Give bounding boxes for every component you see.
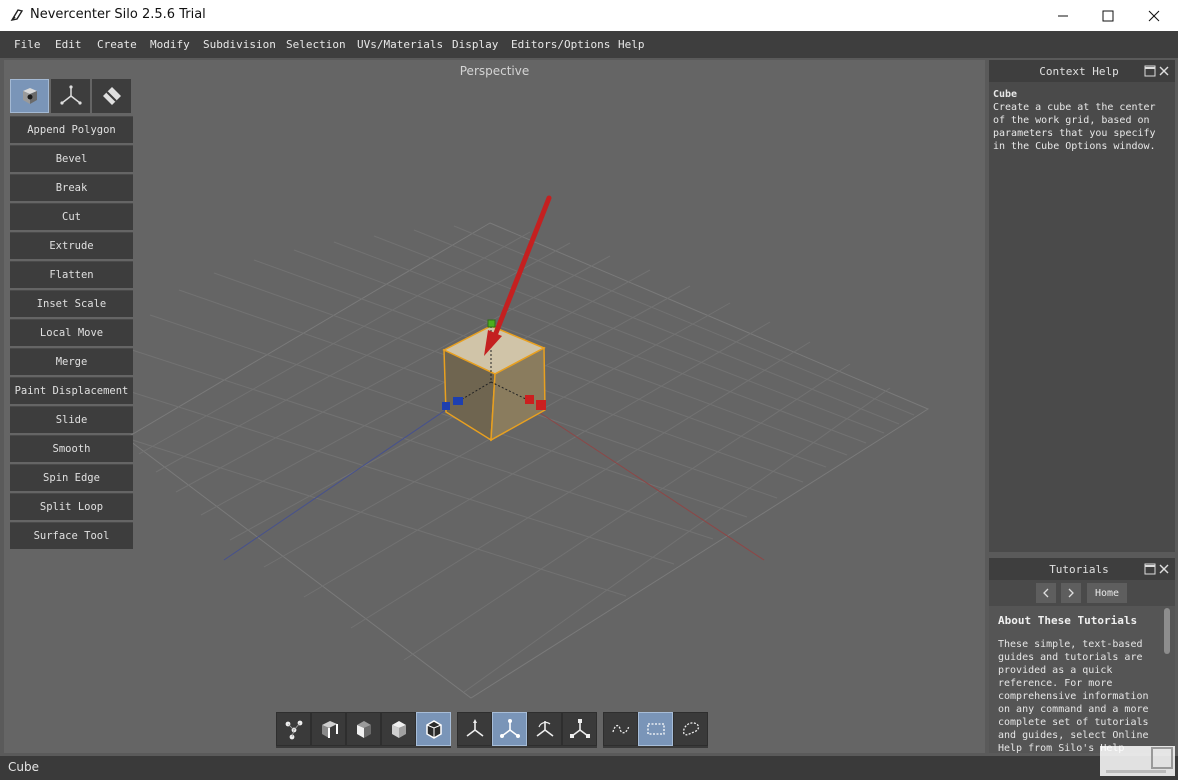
minimize-button[interactable] xyxy=(1040,0,1086,31)
universal-manipulator-button[interactable] xyxy=(492,712,527,746)
tool-extrude[interactable]: Extrude xyxy=(10,232,133,259)
tool-break[interactable]: Break xyxy=(10,174,133,201)
tutorial-text: These simple, text-based guides and tuto… xyxy=(998,639,1149,753)
context-help-topic: Cube xyxy=(993,89,1018,100)
viewport-label: Perspective xyxy=(459,64,530,78)
context-help-body: Cube Create a cube at the center of the … xyxy=(993,88,1171,153)
menu-file[interactable]: File xyxy=(14,38,41,51)
rotate-manipulator-icon xyxy=(536,721,553,737)
float-panel-icon[interactable] xyxy=(1144,563,1156,575)
vertex-select-button[interactable] xyxy=(276,712,311,746)
menu-edit[interactable]: Edit xyxy=(55,38,82,51)
tool-merge[interactable]: Merge xyxy=(10,348,133,375)
move-manipulator-button[interactable] xyxy=(457,712,492,746)
lasso-select-icon xyxy=(611,724,630,734)
tool-spin-edge[interactable]: Spin Edge xyxy=(10,464,133,491)
minimize-icon xyxy=(1058,15,1068,16)
manipulator-group xyxy=(457,712,597,748)
paint-select-icon xyxy=(682,722,699,736)
vertex-select-icon xyxy=(285,720,302,740)
menu-help[interactable]: Help xyxy=(618,38,645,51)
tutorial-heading: About These Tutorials xyxy=(998,614,1138,627)
tool-surface-tool[interactable]: Surface Tool xyxy=(10,522,133,549)
ground-grid xyxy=(124,222,930,699)
context-help-panel: Context Help Cube Create a cube at the c… xyxy=(989,60,1175,552)
bottom-toolbar xyxy=(276,712,714,748)
tab-axis-mode[interactable] xyxy=(51,79,90,113)
rect-select-icon xyxy=(646,723,665,735)
tool-flatten[interactable]: Flatten xyxy=(10,261,133,288)
cube-select-button[interactable] xyxy=(416,712,451,746)
axis-mode-icon xyxy=(59,85,82,105)
menu-selection[interactable]: Selection xyxy=(286,38,346,51)
tool-slide[interactable]: Slide xyxy=(10,406,133,433)
perspective-viewport[interactable]: Perspective xyxy=(4,60,985,753)
diamond-mode-icon xyxy=(102,87,121,105)
rotate-manipulator-button[interactable] xyxy=(527,712,562,746)
face-select-button[interactable] xyxy=(346,712,381,746)
scene-canvas[interactable] xyxy=(4,60,985,753)
lasso-select-button[interactable] xyxy=(603,712,638,746)
context-help-title: Context Help xyxy=(1039,65,1119,78)
context-help-text: Create a cube at the center of the work … xyxy=(993,102,1156,152)
tool-mode-tabs xyxy=(10,79,133,113)
maximize-button[interactable] xyxy=(1085,0,1131,31)
close-icon[interactable] xyxy=(1158,65,1170,77)
menu-subdivision[interactable]: Subdivision xyxy=(203,38,276,51)
tool-smooth[interactable]: Smooth xyxy=(10,435,133,462)
maximize-icon xyxy=(1102,10,1114,21)
title-bar: Nevercenter Silo 2.5.6 Trial xyxy=(0,0,1178,31)
watermark-logo-icon xyxy=(1100,746,1175,776)
app-logo-icon xyxy=(10,9,24,21)
close-icon[interactable] xyxy=(1158,563,1170,575)
close-icon xyxy=(1148,10,1160,21)
menu-create[interactable]: Create xyxy=(97,38,137,51)
tab-diamond-mode[interactable] xyxy=(92,79,131,113)
close-window-button[interactable] xyxy=(1131,0,1177,31)
menu-bar: File Edit Create Modify Subdivision Sele… xyxy=(0,31,1178,58)
menu-modify[interactable]: Modify xyxy=(150,38,190,51)
float-panel-icon[interactable] xyxy=(1144,65,1156,77)
scale-manipulator-icon xyxy=(569,719,590,738)
move-manipulator-icon xyxy=(466,719,483,737)
tutorial-content[interactable]: About These Tutorials These simple, text… xyxy=(989,606,1175,753)
context-help-header: Context Help xyxy=(989,60,1175,82)
tutorial-home-button[interactable]: Home xyxy=(1087,583,1127,603)
universal-manipulator-icon xyxy=(499,719,520,738)
tool-append-polygon[interactable]: Append Polygon xyxy=(10,116,133,143)
status-text: Cube xyxy=(8,760,39,774)
tab-cube-mode[interactable] xyxy=(10,79,49,113)
object-select-button[interactable] xyxy=(381,712,416,746)
tutorials-header: Tutorials xyxy=(989,558,1175,580)
rect-select-button[interactable] xyxy=(638,712,673,746)
chevron-left-icon xyxy=(1043,588,1049,598)
menu-uvs-materials[interactable]: UVs/Materials xyxy=(357,38,443,51)
face-select-icon xyxy=(356,721,371,738)
edge-select-icon xyxy=(321,721,338,738)
tutorial-back-button[interactable] xyxy=(1036,583,1056,603)
scale-manipulator-button[interactable] xyxy=(562,712,597,746)
tool-inset-scale[interactable]: Inset Scale xyxy=(10,290,133,317)
tutorials-panel: Tutorials Home About These Tutorials The… xyxy=(989,558,1175,753)
tool-paint-displacement[interactable]: Paint Displacement xyxy=(10,377,133,404)
object-select-icon xyxy=(391,721,406,738)
status-bar: Cube xyxy=(0,756,1178,780)
tool-split-loop[interactable]: Split Loop xyxy=(10,493,133,520)
window-title: Nevercenter Silo 2.5.6 Trial xyxy=(30,7,206,22)
paint-select-button[interactable] xyxy=(673,712,708,746)
menu-display[interactable]: Display xyxy=(452,38,498,51)
selection-mode-group xyxy=(276,712,451,748)
chevron-right-icon xyxy=(1068,588,1074,598)
select-shape-group xyxy=(603,712,708,748)
tool-local-move[interactable]: Local Move xyxy=(10,319,133,346)
menu-editors-options[interactable]: Editors/Options xyxy=(511,38,610,51)
cube-select-icon xyxy=(425,720,442,739)
tool-bevel[interactable]: Bevel xyxy=(10,145,133,172)
tutorials-title: Tutorials xyxy=(1049,563,1109,576)
tutorial-scrollbar[interactable] xyxy=(1164,608,1170,654)
tool-cut[interactable]: Cut xyxy=(10,203,133,230)
edge-select-button[interactable] xyxy=(311,712,346,746)
tutorial-forward-button[interactable] xyxy=(1061,583,1081,603)
cube-mode-icon xyxy=(22,88,37,104)
